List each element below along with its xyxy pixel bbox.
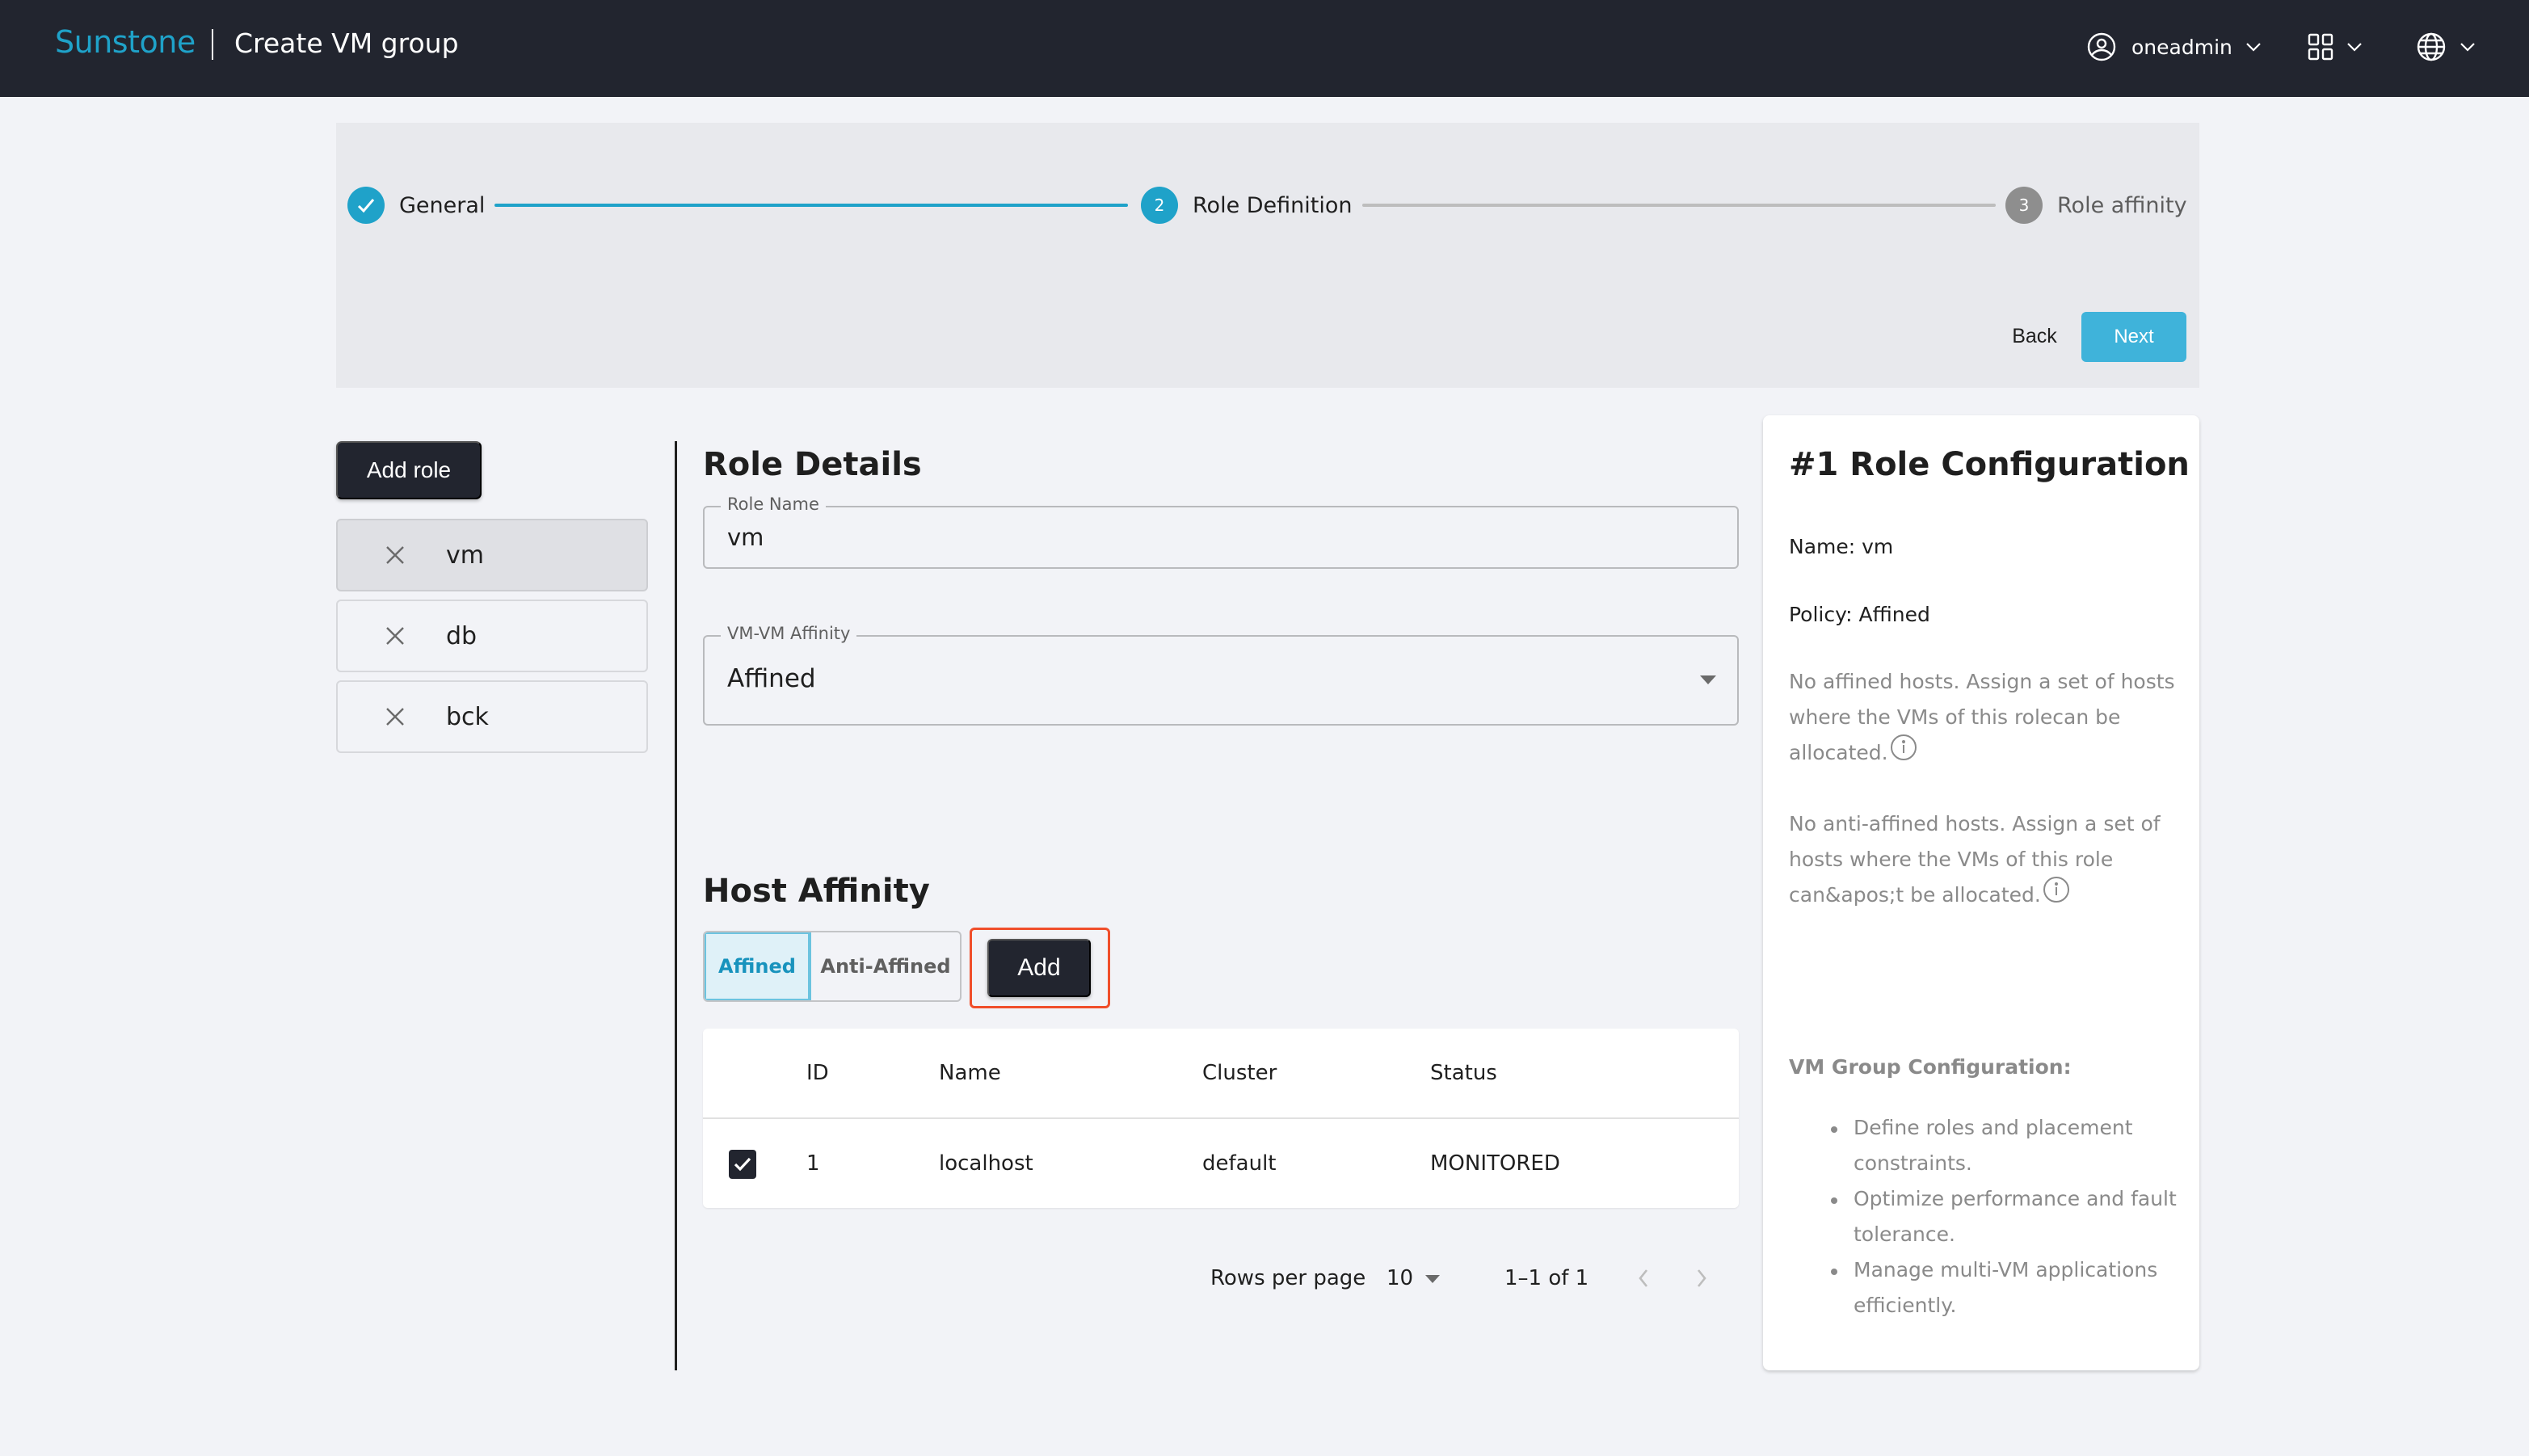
- step-role-definition[interactable]: 2 Role Definition: [1141, 186, 1353, 225]
- toggle-affined[interactable]: Affined: [705, 932, 811, 1000]
- step-label: Role Definition: [1193, 192, 1353, 218]
- next-button[interactable]: Next: [2081, 312, 2186, 362]
- vm-affinity-select[interactable]: VM-VM Affinity Affined: [703, 624, 1739, 726]
- column-header-name[interactable]: Name: [939, 1061, 1001, 1085]
- chevron-left-icon: [1639, 1269, 1648, 1287]
- host-affinity-title: Host Affinity: [703, 873, 930, 910]
- add-role-button[interactable]: Add role: [336, 441, 482, 499]
- dropdown-arrow-icon[interactable]: [1425, 1275, 1440, 1283]
- cell-name: localhost: [939, 1151, 1033, 1176]
- add-host-button[interactable]: Add: [987, 939, 1091, 997]
- close-icon[interactable]: [385, 706, 406, 727]
- step-general[interactable]: General: [347, 186, 485, 225]
- role-name-input[interactable]: vm: [727, 524, 764, 551]
- table-header: ID Name Cluster Status: [703, 1029, 1739, 1119]
- pagination-range: 1–1 of 1: [1504, 1266, 1589, 1290]
- column-header-cluster[interactable]: Cluster: [1202, 1061, 1277, 1085]
- selected-value: Affined: [727, 664, 816, 693]
- step-number: 2: [1141, 187, 1178, 224]
- note-text: No affined hosts. Assign a set of hosts …: [1789, 670, 2175, 764]
- field-label: Role Name: [721, 494, 826, 514]
- step-number: 3: [2005, 187, 2043, 224]
- role-policy-summary: Policy: Affined: [1789, 603, 1930, 626]
- previous-page-button[interactable]: [1637, 1262, 1650, 1294]
- step-label: General: [399, 192, 486, 218]
- rows-per-page-label: Rows per page: [1210, 1266, 1366, 1290]
- row-checkbox[interactable]: [729, 1150, 756, 1179]
- chevron-down-icon: [2346, 41, 2363, 53]
- stepper-panel: General 2 Role Definition 3 Role affinit…: [336, 123, 2199, 388]
- user-menu-button[interactable]: oneadmin: [2086, 24, 2262, 69]
- card-title: #1 Role Configuration: [1789, 446, 2190, 483]
- globe-icon: [2416, 32, 2447, 62]
- step-connector-completed: [494, 204, 1128, 207]
- rows-per-page-select[interactable]: 10: [1387, 1262, 1413, 1294]
- role-details-title: Role Details: [703, 446, 922, 483]
- column-header-id[interactable]: ID: [806, 1061, 829, 1085]
- cell-id: 1: [806, 1151, 820, 1176]
- grid-apps-icon: [2308, 33, 2333, 61]
- close-icon[interactable]: [385, 625, 406, 646]
- chevron-down-icon: [2460, 41, 2476, 53]
- language-menu-button[interactable]: [2416, 24, 2476, 69]
- top-bar: Sunstone Create VM group oneadmin: [0, 0, 2529, 97]
- info-icon[interactable]: [2043, 876, 2070, 915]
- apps-menu-button[interactable]: [2308, 24, 2363, 69]
- step-connector-pending: [1362, 204, 1996, 207]
- anti-affined-hosts-note: No anti-affined hosts. Assign a set of h…: [1789, 806, 2177, 915]
- chevron-right-icon: [1697, 1269, 1706, 1287]
- dropdown-arrow-icon[interactable]: [1700, 675, 1716, 684]
- vertical-divider: [675, 441, 677, 1370]
- page-title: Create VM group: [234, 27, 459, 59]
- role-item-bck[interactable]: bck: [336, 680, 648, 753]
- list-item: Optimize performance and fault tolerance…: [1828, 1181, 2183, 1252]
- chevron-down-icon: [2245, 41, 2262, 53]
- step-label: Role affinity: [2057, 192, 2187, 218]
- step-role-affinity[interactable]: 3 Role affinity: [2005, 186, 2187, 225]
- toggle-anti-affined[interactable]: Anti-Affined: [811, 932, 960, 1000]
- role-name: vm: [446, 541, 484, 570]
- group-config-title: VM Group Configuration:: [1789, 1055, 2072, 1079]
- next-page-button[interactable]: [1695, 1262, 1708, 1294]
- list-item: Define roles and placement constraints.: [1828, 1110, 2183, 1181]
- brand-logo[interactable]: Sunstone: [55, 24, 196, 60]
- role-name-field[interactable]: Role Name vm: [703, 494, 1739, 569]
- role-name-summary: Name: vm: [1789, 535, 1894, 558]
- close-icon[interactable]: [385, 545, 406, 566]
- field-label: VM-VM Affinity: [721, 624, 857, 643]
- cell-status: MONITORED: [1430, 1151, 1560, 1176]
- note-text: No anti-affined hosts. Assign a set of h…: [1789, 812, 2161, 907]
- role-item-vm[interactable]: vm: [336, 519, 648, 591]
- info-icon[interactable]: [1890, 734, 1917, 772]
- back-button[interactable]: Back: [1999, 312, 2070, 360]
- role-name: bck: [446, 702, 489, 731]
- title-separator: [212, 29, 213, 60]
- group-config-list: Define roles and placement constraints. …: [1828, 1110, 2183, 1323]
- user-circle-icon: [2086, 32, 2117, 62]
- role-configuration-card: #1 Role Configuration Name: vm Policy: A…: [1763, 415, 2199, 1370]
- affinity-toggle-group: Affined Anti-Affined: [703, 931, 962, 1002]
- column-header-status[interactable]: Status: [1430, 1061, 1497, 1085]
- cell-cluster: default: [1202, 1151, 1277, 1176]
- list-item: Manage multi-VM applications efficiently…: [1828, 1252, 2183, 1323]
- role-item-db[interactable]: db: [336, 600, 648, 672]
- affined-hosts-note: No affined hosts. Assign a set of hosts …: [1789, 664, 2177, 772]
- user-name: oneadmin: [2131, 35, 2232, 59]
- role-name: db: [446, 621, 478, 650]
- hosts-table: ID Name Cluster Status 1 localhost defau…: [703, 1029, 1739, 1208]
- check-icon: [347, 187, 385, 224]
